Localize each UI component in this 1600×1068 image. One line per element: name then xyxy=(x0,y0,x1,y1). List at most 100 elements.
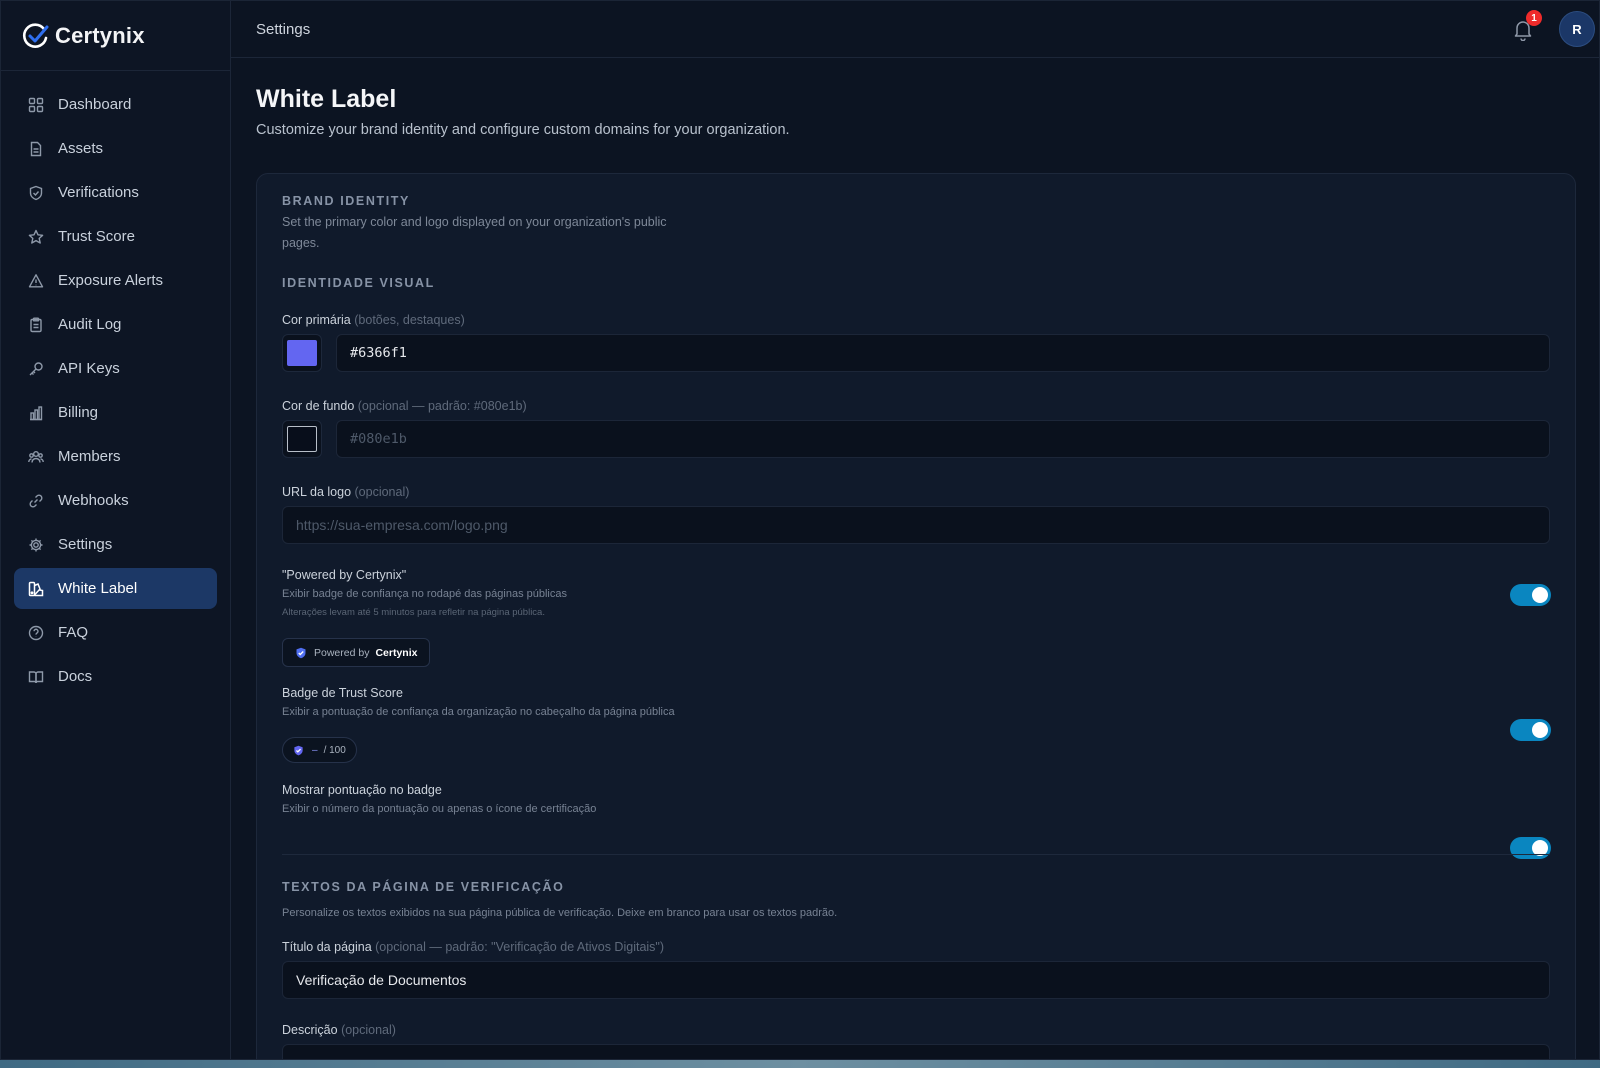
powered-by-toggle[interactable] xyxy=(1510,584,1551,606)
app-window: Certynix Dashboard Assets Verifications … xyxy=(0,0,1600,1060)
gear-icon xyxy=(28,537,44,553)
users-icon xyxy=(28,449,44,465)
show-score-description: Exibir o número da pontuação ou apenas o… xyxy=(282,803,597,815)
sidebar-item-api-keys[interactable]: API Keys xyxy=(14,348,217,389)
page-title-input[interactable]: Verificação de Documentos xyxy=(282,961,1550,999)
logo-url-hint: (opcional) xyxy=(354,485,410,499)
description-field-label-text: Descrição xyxy=(282,1023,338,1037)
trust-badge-value: – xyxy=(312,744,318,756)
sidebar-item-docs[interactable]: Docs xyxy=(14,656,217,697)
sidebar-nav: Dashboard Assets Verifications Trust Sco… xyxy=(1,71,230,697)
page-subtitle: Customize your brand identity and config… xyxy=(256,122,790,138)
brand-identity-heading: BRAND IDENTITY xyxy=(282,194,410,208)
background-color-picker[interactable] xyxy=(282,420,322,458)
page-title: White Label xyxy=(256,85,397,113)
sidebar-item-white-label[interactable]: White Label xyxy=(14,568,217,609)
powered-by-note: Alterações levam até 5 minutos para refl… xyxy=(282,607,545,618)
file-icon xyxy=(28,141,44,157)
primary-color-swatch xyxy=(287,340,317,366)
background-color-swatch xyxy=(287,426,317,452)
primary-color-input[interactable]: #6366f1 xyxy=(336,334,1550,372)
star-icon xyxy=(28,229,44,245)
trust-badge-suffix: / 100 xyxy=(323,744,346,756)
powered-by-badge-brand: Certynix xyxy=(375,646,418,659)
visual-identity-heading: IDENTIDADE VISUAL xyxy=(282,276,435,290)
sidebar-item-faq[interactable]: FAQ xyxy=(14,612,217,653)
verification-texts-description: Personalize os textos exibidos na sua pá… xyxy=(282,907,838,919)
sidebar-item-label: Assets xyxy=(58,140,104,157)
powered-by-badge-preview: Powered by Certynix xyxy=(282,638,431,667)
grid-icon xyxy=(28,97,44,113)
powered-by-title: "Powered by Certynix" xyxy=(282,568,407,582)
background-color-hint: (opcional — padrão: #080e1b) xyxy=(357,399,527,413)
logo-url-label: URL da logo (opcional) xyxy=(282,485,409,499)
sidebar-item-exposure-alerts[interactable]: Exposure Alerts xyxy=(14,260,217,301)
primary-color-label: Cor primária (botões, destaques) xyxy=(282,313,465,327)
alert-triangle-icon xyxy=(28,273,44,289)
white-label-card: BRAND IDENTITY Set the primary color and… xyxy=(256,173,1576,1059)
sidebar-item-label: White Label xyxy=(58,580,138,597)
background-color-input[interactable]: #080e1b xyxy=(336,420,1550,458)
main-content: Settings 1 R White Label Customize your … xyxy=(231,1,1599,1059)
sidebar-item-members[interactable]: Members xyxy=(14,436,217,477)
sidebar-item-settings[interactable]: Settings xyxy=(14,524,217,565)
page-title-input-value: Verificação de Documentos xyxy=(296,972,467,988)
sidebar-item-label: Trust Score xyxy=(58,228,135,245)
sidebar-item-label: FAQ xyxy=(58,624,89,641)
sidebar-item-billing[interactable]: Billing xyxy=(14,392,217,433)
background-color-label: Cor de fundo (opcional — padrão: #080e1b… xyxy=(282,399,527,413)
sidebar-item-label: Exposure Alerts xyxy=(58,272,164,289)
page-title-field-label: Título da página (opcional — padrão: "Ve… xyxy=(282,940,664,954)
page-title-field-label-text: Título da página xyxy=(282,940,372,954)
sidebar-item-label: Docs xyxy=(58,668,93,685)
brand-name: Certynix xyxy=(55,22,145,48)
link-icon xyxy=(28,493,44,509)
clipboard-icon xyxy=(28,317,44,333)
sidebar-item-label: API Keys xyxy=(58,360,120,377)
brand-identity-description-line2: pages. xyxy=(282,236,320,250)
shield-check-icon xyxy=(296,647,306,658)
sidebar-item-dashboard[interactable]: Dashboard xyxy=(14,84,217,125)
primary-color-hint: (botões, destaques) xyxy=(354,313,465,327)
primary-color-value: #6366f1 xyxy=(350,345,407,361)
key-icon xyxy=(28,361,44,377)
sidebar-item-audit-log[interactable]: Audit Log xyxy=(14,304,217,345)
description-field-label: Descrição (opcional) xyxy=(282,1023,396,1037)
section-divider xyxy=(282,854,1550,855)
trust-badge-toggle[interactable] xyxy=(1510,719,1551,741)
sidebar-item-label: Dashboard xyxy=(58,96,132,113)
palette-icon xyxy=(28,581,44,597)
brand-logo[interactable]: Certynix xyxy=(1,1,230,71)
description-input[interactable] xyxy=(282,1044,1550,1059)
topbar-title: Settings xyxy=(256,20,311,38)
brand-identity-description-line1: Set the primary color and logo displayed… xyxy=(282,215,667,229)
trust-badge-description: Exibir a pontuação de confiança da organ… xyxy=(282,706,675,718)
trust-badge-preview: – / 100 xyxy=(282,737,357,763)
bar-chart-icon xyxy=(28,405,44,421)
trust-badge-title: Badge de Trust Score xyxy=(282,686,403,700)
avatar[interactable]: R xyxy=(1559,11,1595,47)
logo-url-label-text: URL da logo xyxy=(282,485,352,499)
desktop-background-strip xyxy=(0,1060,1600,1068)
sidebar-item-assets[interactable]: Assets xyxy=(14,128,217,169)
sidebar-item-label: Audit Log xyxy=(58,316,122,333)
show-score-title: Mostrar pontuação no badge xyxy=(282,783,442,797)
sidebar-item-label: Webhooks xyxy=(58,492,129,509)
show-score-toggle[interactable] xyxy=(1510,837,1551,859)
primary-color-label-text: Cor primária xyxy=(282,313,351,327)
background-color-label-text: Cor de fundo xyxy=(282,399,355,413)
verification-texts-heading: TEXTOS DA PÁGINA DE VERIFICAÇÃO xyxy=(282,880,565,894)
certynix-logo-icon xyxy=(22,22,49,48)
sidebar-item-trust-score[interactable]: Trust Score xyxy=(14,216,217,257)
sidebar-item-label: Settings xyxy=(58,536,113,553)
logo-url-input[interactable]: https://sua-empresa.com/logo.png xyxy=(282,506,1550,544)
book-icon xyxy=(28,669,44,685)
primary-color-picker[interactable] xyxy=(282,334,322,372)
sidebar-item-webhooks[interactable]: Webhooks xyxy=(14,480,217,521)
powered-by-badge-prefix: Powered by xyxy=(314,646,370,659)
logo-url-placeholder: https://sua-empresa.com/logo.png xyxy=(296,517,508,533)
background-color-placeholder: #080e1b xyxy=(350,431,407,447)
sidebar-item-verifications[interactable]: Verifications xyxy=(14,172,217,213)
page-title-field-hint: (opcional — padrão: "Verificação de Ativ… xyxy=(375,940,665,954)
description-field-hint: (opcional) xyxy=(341,1023,396,1037)
